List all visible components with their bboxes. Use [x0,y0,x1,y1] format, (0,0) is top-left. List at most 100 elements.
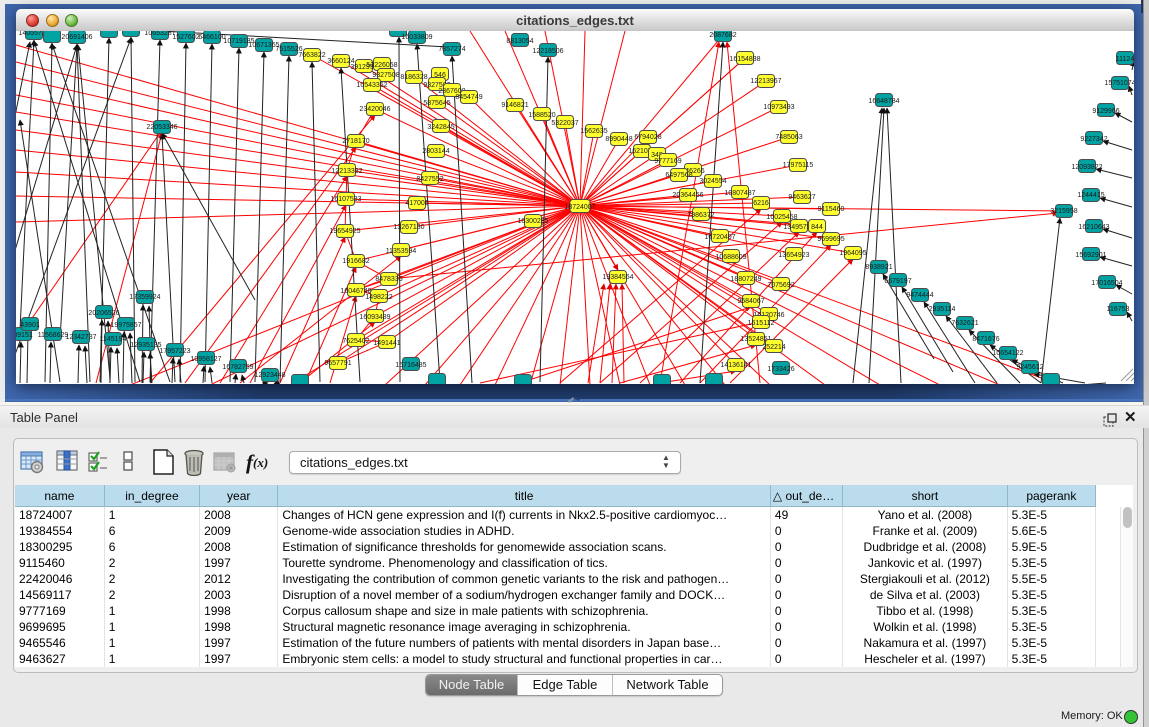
svg-text:2803144: 2803144 [422,148,449,155]
svg-text:16093489: 16093489 [359,314,390,321]
svg-text:9227342: 9227342 [1080,136,1107,143]
svg-text:11124: 11124 [1116,56,1134,63]
svg-text:16107533: 16107533 [330,196,361,203]
svg-text:6794028: 6794028 [634,134,661,141]
svg-text:6679197: 6679197 [884,278,911,285]
svg-text:17359924: 17359924 [129,294,160,301]
svg-text:417006: 417006 [405,200,428,207]
svg-text:19975857: 19975857 [110,322,141,329]
svg-text:22053346: 22053346 [146,124,177,131]
svg-text:18724007: 18724007 [564,204,595,211]
svg-text:1733426: 1733426 [767,366,794,373]
svg-text:12342737: 12342737 [65,334,96,341]
svg-text:3024554: 3024554 [699,178,726,185]
svg-text:8813054: 8813054 [506,38,533,45]
svg-text:12213967: 12213967 [750,78,781,85]
svg-text:16210643: 16210643 [1078,224,1109,231]
svg-text:1588520: 1588520 [528,112,555,119]
svg-text:23420046: 23420046 [359,106,390,113]
svg-text:12218506: 12218506 [532,48,563,55]
svg-text:9474444: 9474444 [906,292,933,299]
svg-text:16720407: 16720407 [704,234,735,241]
svg-text:5322037: 5322037 [551,120,578,127]
svg-text:9129966: 9129966 [1092,108,1119,115]
svg-text:7485063: 7485063 [775,134,802,141]
svg-text:10543362: 10543362 [356,82,387,89]
svg-text:7986372: 7986372 [687,212,714,219]
svg-text:7075692: 7075692 [767,282,794,289]
svg-text:13267130: 13267130 [393,224,424,231]
svg-text:8471676: 8471676 [972,336,999,343]
svg-text:3215958: 3215958 [1050,208,1077,215]
svg-text:8427552: 8427552 [416,176,443,183]
svg-text:11353594: 11353594 [386,248,417,255]
svg-text:13654923: 13654923 [778,252,809,259]
svg-text:18807249: 18807249 [730,276,761,283]
svg-text:12213382: 12213382 [331,168,362,175]
svg-text:8990448: 8990448 [605,136,632,143]
svg-text:15716485: 15716485 [395,362,426,369]
svg-text:12935135: 12935135 [130,342,161,349]
svg-text:9327508: 9327508 [372,72,399,79]
svg-text:10807487: 10807487 [724,190,755,197]
svg-text:39151: 39151 [16,332,33,339]
svg-text:1491441: 1491441 [373,340,400,347]
svg-text:116753: 116753 [1107,306,1130,313]
svg-text:9684067: 9684067 [737,298,764,305]
svg-text:20364456: 20364456 [672,192,703,199]
svg-text:8478335: 8478335 [375,276,402,283]
svg-text:11568629: 11568629 [38,332,69,339]
svg-text:8454749: 8454749 [455,94,482,101]
svg-text:252214: 252214 [762,344,785,351]
svg-text:3242845: 3242845 [427,124,454,131]
svg-text:10654122: 10654122 [992,350,1023,357]
svg-text:9115460: 9115460 [818,206,845,213]
svg-text:12093822: 12093822 [1071,164,1102,171]
svg-text:43901: 43901 [20,322,40,329]
svg-text:9699695: 9699695 [817,236,844,243]
svg-text:2718170: 2718170 [342,138,369,145]
svg-text:1562635: 1562635 [580,128,607,135]
svg-text:1615112: 1615112 [748,320,775,327]
svg-text:8186328: 8186328 [400,74,427,81]
svg-text:6216: 6216 [753,200,769,207]
svg-text:6466100: 6466100 [198,34,225,41]
svg-text:6497568: 6497568 [665,172,692,179]
svg-text:2935114: 2935114 [929,306,956,313]
svg-text:10958127: 10958127 [190,356,221,363]
svg-text:1244415: 1244415 [1077,192,1104,199]
svg-text:53226058: 53226058 [366,62,397,69]
svg-text:1916682: 1916682 [342,258,369,265]
svg-text:14136141: 14136141 [720,362,751,369]
svg-text:20691406: 20691406 [61,34,92,41]
svg-text:9657791: 9657791 [324,360,351,367]
svg-text:1964095: 1964095 [839,250,866,257]
svg-text:18300295: 18300295 [517,218,548,225]
svg-text:1498222: 1498222 [365,294,392,301]
svg-text:7625402: 7625402 [342,338,369,345]
svg-text:17975115: 17975115 [783,162,814,169]
svg-text:10653287: 10653287 [144,31,175,37]
svg-text:17016504: 17016504 [1091,280,1122,287]
svg-text:20206526: 20206526 [88,310,119,317]
svg-text:16033809: 16033809 [401,34,432,41]
svg-text:9146821: 9146821 [501,102,528,109]
svg-text:5875645: 5875645 [423,100,450,107]
svg-text:2087682: 2087682 [709,32,736,39]
svg-text:8938921: 8938921 [865,264,892,271]
svg-text:10688609: 10688609 [715,254,746,261]
svg-text:7663822: 7663822 [298,52,325,59]
svg-text:12923448: 12923448 [254,372,285,379]
svg-text:9777169: 9777169 [654,158,681,165]
svg-text:16782759: 16782759 [222,364,253,371]
svg-text:(x): (x) [253,455,268,470]
svg-text:1145194: 1145194 [100,336,127,343]
svg-text:9463627: 9463627 [788,194,815,201]
svg-text:17957223: 17957223 [159,348,190,355]
svg-text:16648784: 16648784 [868,98,899,105]
svg-text:15751074: 15751074 [1104,80,1134,87]
svg-text:7357274: 7357274 [438,46,465,53]
svg-text:844: 844 [811,224,823,231]
svg-text:16154838: 16154838 [729,56,760,63]
svg-text:7632621: 7632621 [951,320,978,327]
